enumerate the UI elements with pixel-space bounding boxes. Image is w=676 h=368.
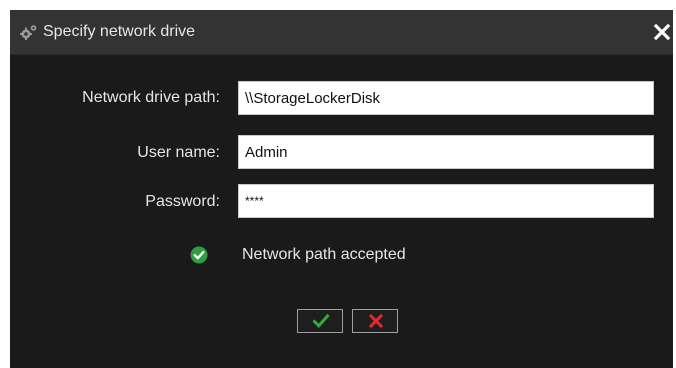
close-icon[interactable]	[653, 23, 671, 41]
password-label: Password:	[145, 193, 220, 210]
username-input[interactable]	[238, 135, 654, 169]
check-circle-icon	[190, 246, 208, 264]
confirm-button[interactable]	[297, 309, 343, 333]
network-drive-dialog: Specify network drive Network drive path…	[10, 10, 673, 368]
password-input[interactable]	[238, 184, 654, 218]
dialog-title: Specify network drive	[43, 23, 196, 40]
x-icon	[368, 313, 384, 329]
cancel-button[interactable]	[352, 309, 398, 333]
dialog-titlebar: Specify network drive	[10, 10, 673, 55]
checkmark-icon	[312, 313, 330, 328]
gears-icon	[20, 24, 38, 40]
network-path-input[interactable]	[238, 81, 654, 115]
username-label: User name:	[137, 144, 220, 161]
network-path-label: Network drive path:	[82, 89, 220, 106]
status-message: Network path accepted	[242, 246, 406, 263]
